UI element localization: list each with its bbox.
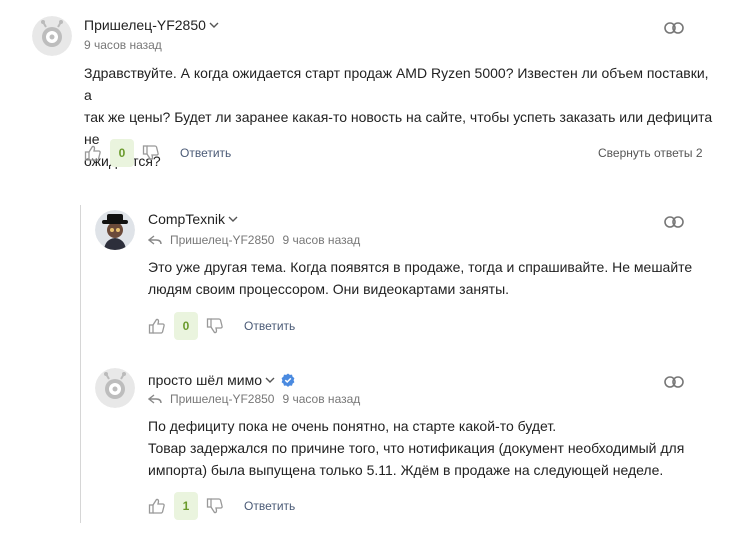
author-name[interactable]: CompTexnik [148, 211, 238, 227]
text-line: Это уже другая тема. Когда появятся в пр… [148, 259, 693, 275]
reply-button[interactable]: Ответить [180, 146, 231, 160]
avatar[interactable] [95, 368, 135, 408]
timestamp: 9 часов назад [282, 392, 361, 406]
timestamp: 9 часов назад [282, 233, 361, 247]
author-name[interactable]: просто шёл мимо [148, 372, 295, 388]
text-line: По дефициту пока не очень понятно, на ст… [148, 418, 557, 434]
chevron-down-icon[interactable] [265, 376, 275, 384]
thumb-down-icon[interactable] [206, 317, 224, 335]
text-line: Товар задержался по причине того, что но… [148, 440, 685, 456]
chevron-down-icon[interactable] [209, 21, 219, 29]
collapse-replies-button[interactable]: Свернуть ответы 2 [598, 146, 703, 160]
reply-to-user[interactable]: Пришелец-YF2850 [170, 392, 274, 406]
author-label: CompTexnik [148, 211, 226, 227]
thumb-up-icon[interactable] [84, 144, 102, 162]
link-icon[interactable] [664, 216, 684, 228]
reply-meta: Пришелец-YF2850 9 часов назад [148, 233, 360, 247]
thumb-up-icon[interactable] [148, 497, 166, 515]
thumb-down-icon[interactable] [206, 497, 224, 515]
verified-icon [281, 373, 295, 387]
link-icon[interactable] [664, 376, 684, 388]
author-label: просто шёл мимо [148, 372, 263, 388]
text-line: импорта) была выпущена только 5.11. Ждём… [148, 462, 664, 478]
reply-to-user[interactable]: Пришелец-YF2850 [170, 233, 274, 247]
alien-avatar-icon [95, 368, 135, 408]
comment-actions: 1 Ответить [148, 492, 295, 520]
thread-line [80, 205, 81, 523]
comment-actions: 0 Ответить [148, 312, 295, 340]
author-label: Пришелец-YF2850 [84, 17, 206, 33]
author-name[interactable]: Пришелец-YF2850 [84, 17, 219, 33]
score-badge: 0 [174, 312, 198, 340]
reply-button[interactable]: Ответить [244, 499, 295, 513]
avatar[interactable] [32, 16, 72, 56]
timestamp: 9 часов назад [84, 38, 162, 52]
text-line: Здравствуйте. А когда ожидается старт пр… [84, 65, 709, 103]
reply-arrow-icon [148, 394, 162, 404]
comment-text: По дефициту пока не очень понятно, на ст… [148, 415, 728, 481]
avatar[interactable] [95, 210, 135, 250]
reply-meta: Пришелец-YF2850 9 часов назад [148, 392, 360, 406]
thumb-up-icon[interactable] [148, 317, 166, 335]
link-icon[interactable] [664, 22, 684, 34]
score-badge: 1 [174, 492, 198, 520]
alien-avatar-icon [32, 16, 72, 56]
comment-actions: 0 Ответить [84, 139, 231, 167]
thumb-down-icon[interactable] [142, 144, 160, 162]
chevron-down-icon[interactable] [228, 215, 238, 223]
comment-text: Это уже другая тема. Когда появятся в пр… [148, 256, 708, 300]
reply-button[interactable]: Ответить [244, 319, 295, 333]
user-photo-avatar [95, 210, 135, 250]
score-badge: 0 [110, 139, 134, 167]
reply-arrow-icon [148, 235, 162, 245]
text-line: людям своим процессором. Они видеокартам… [148, 281, 510, 297]
